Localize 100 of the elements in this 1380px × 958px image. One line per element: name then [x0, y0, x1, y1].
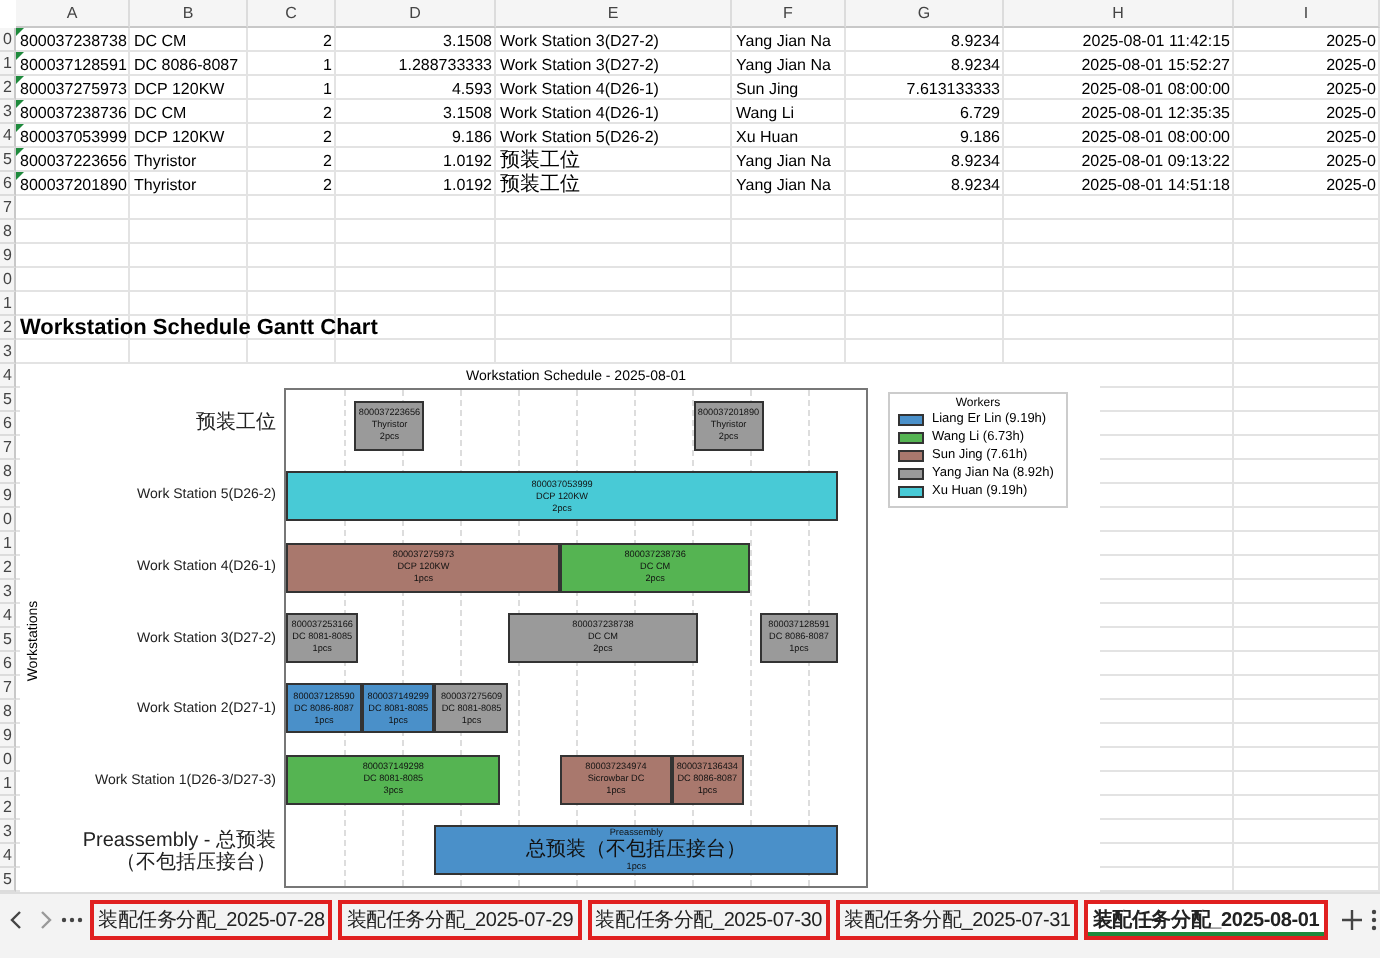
row-number[interactable]: 2: [0, 556, 16, 580]
table-cell: 2: [323, 149, 332, 171]
table-cell: 1.288733333: [398, 53, 492, 75]
sheet-tab[interactable]: 装配任务分配_2025-08-01: [1084, 899, 1328, 939]
row-number[interactable]: 5: [0, 628, 16, 652]
table-cell: 800037238738: [20, 29, 127, 51]
table-cell: Xu Huan: [736, 125, 799, 147]
table-cell: 预装工位: [500, 149, 580, 171]
table-cell: 1: [323, 53, 332, 75]
table-cell: 预装工位: [500, 173, 580, 195]
row-number[interactable]: 8: [0, 700, 16, 724]
column-header[interactable]: I: [1234, 0, 1380, 28]
table-cell: 2: [323, 101, 332, 123]
row-number[interactable]: 9: [0, 484, 16, 508]
table-cell: 2: [323, 173, 332, 195]
table-cell: 2025-0: [1326, 149, 1376, 171]
column-header[interactable]: B: [130, 0, 248, 28]
table-cell: DCP 120KW: [134, 125, 225, 147]
row-number[interactable]: 5: [0, 868, 16, 892]
row-number[interactable]: 3: [0, 340, 16, 364]
add-icon[interactable]: [1339, 907, 1364, 931]
row-number[interactable]: 0: [0, 748, 16, 772]
row-number[interactable]: 0: [0, 28, 16, 52]
table-cell: 800037128591: [20, 53, 127, 75]
column-header[interactable]: E: [496, 0, 732, 28]
row-number[interactable]: 6: [0, 412, 16, 436]
table-cell: 1.0192: [443, 173, 492, 195]
row-number[interactable]: 1: [0, 532, 16, 556]
sheet-tab[interactable]: 装配任务分配_2025-07-29: [338, 899, 582, 939]
row-number[interactable]: 2: [0, 76, 16, 100]
table-cell: DC 8086-8087: [134, 53, 239, 75]
table-cell: 2025-08-01 15:52:27: [1081, 53, 1230, 75]
table-cell: 6.729: [959, 101, 1000, 123]
table-cell: 3.1508: [443, 29, 492, 51]
row-number[interactable]: 7: [0, 436, 16, 460]
row-number[interactable]: 9: [0, 244, 16, 268]
row-number[interactable]: 3: [0, 580, 16, 604]
lane-label: Preassembly - 总预装（不包括压接台）: [80, 830, 276, 875]
table-cell: Sun Jing: [736, 77, 799, 99]
row-number[interactable]: 0: [0, 508, 16, 532]
table-cell: 3.1508: [443, 101, 492, 123]
row-number[interactable]: 5: [0, 148, 16, 172]
row-number[interactable]: 9: [0, 724, 16, 748]
column-header[interactable]: G: [846, 0, 1004, 28]
table-cell: 2025-08-01 08:00:00: [1081, 125, 1230, 147]
table-cell: DCP 120KW: [134, 77, 225, 99]
row-number[interactable]: 0: [0, 268, 16, 292]
table-cell: 1: [323, 77, 332, 99]
table-cell: Yang Jian Na: [736, 29, 831, 51]
row-number[interactable]: 3: [0, 820, 16, 844]
row-number[interactable]: 3: [0, 100, 16, 124]
table-cell: 800037275973: [20, 77, 127, 99]
sheet-tab[interactable]: 装配任务分配_2025-07-28: [90, 899, 333, 939]
row-number[interactable]: 4: [0, 364, 16, 388]
row-number[interactable]: 4: [0, 124, 16, 148]
table-cell: 2: [323, 125, 332, 147]
more-vertical-icon[interactable]: [1369, 907, 1378, 931]
column-header[interactable]: D: [336, 0, 496, 28]
table-cell: 7.613133333: [906, 77, 1000, 99]
column-header[interactable]: H: [1004, 0, 1234, 28]
sheet-tab[interactable]: 装配任务分配_2025-07-31: [835, 899, 1079, 939]
section-title: Workstation Schedule Gantt Chart: [20, 317, 378, 339]
lane-label: 预装工位: [196, 412, 276, 435]
row-number[interactable]: 4: [0, 844, 16, 868]
row-number[interactable]: 5: [0, 388, 16, 412]
row-number[interactable]: 1: [0, 772, 16, 796]
column-header[interactable]: F: [732, 0, 846, 28]
table-cell: 9.186: [959, 125, 1000, 147]
row-number[interactable]: 1: [0, 52, 16, 76]
row-number[interactable]: 8: [0, 220, 16, 244]
row-number[interactable]: 2: [0, 796, 16, 820]
table-cell: Yang Jian Na: [736, 173, 831, 195]
table-cell: Work Station 4(D26-1): [500, 77, 659, 99]
row-number[interactable]: 1: [0, 292, 16, 316]
row-number[interactable]: 8: [0, 460, 16, 484]
table-cell: 2025-0: [1326, 101, 1376, 123]
table-cell: 800037238736: [20, 101, 127, 123]
table-cell: 800037201890: [20, 173, 127, 195]
table-cell: Yang Jian Na: [736, 149, 831, 171]
table-cell: 8.9234: [951, 173, 1000, 195]
sheet-tab[interactable]: 装配任务分配_2025-07-30: [587, 899, 830, 939]
row-number[interactable]: 7: [0, 196, 16, 220]
row-number[interactable]: 4: [0, 604, 16, 628]
row-number[interactable]: 7: [0, 676, 16, 700]
table-cell: 1.0192: [443, 149, 492, 171]
table-cell: 2025-0: [1326, 29, 1376, 51]
row-number[interactable]: 6: [0, 652, 16, 676]
row-number[interactable]: 2: [0, 316, 16, 340]
row-number[interactable]: 6: [0, 172, 16, 196]
table-cell: 8.9234: [951, 149, 1000, 171]
table-cell: 2025-08-01 14:51:18: [1081, 173, 1230, 195]
table-cell: Work Station 3(D27-2): [500, 29, 659, 51]
table-cell: Work Station 4(D26-1): [500, 101, 659, 123]
table-cell: 8.9234: [951, 53, 1000, 75]
table-cell: Thyristor: [134, 149, 197, 171]
table-cell: 9.186: [451, 125, 492, 147]
table-cell: DC CM: [134, 29, 187, 51]
column-header[interactable]: C: [248, 0, 336, 28]
table-cell: Work Station 3(D27-2): [500, 53, 659, 75]
column-header[interactable]: A: [16, 0, 130, 28]
